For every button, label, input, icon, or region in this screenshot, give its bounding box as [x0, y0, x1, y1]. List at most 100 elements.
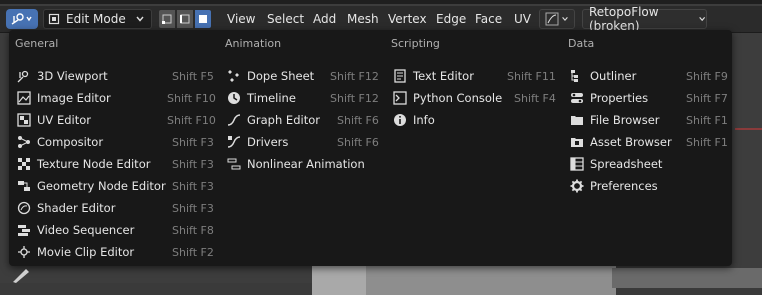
timeline-icon	[227, 91, 241, 105]
menu-item-asset-browser[interactable]: Asset Browser Shift F1	[570, 132, 732, 152]
menu-item-dope-sheet[interactable]: Dope Sheet Shift F12	[227, 66, 382, 86]
menu-item-python-console[interactable]: Python Console Shift F4	[393, 88, 558, 108]
menu-item-movie-clip-editor[interactable]: Movie Clip Editor Shift F2	[17, 242, 217, 262]
menu-item-3d-viewport[interactable]: 3D Viewport Shift F5	[17, 66, 217, 86]
viewport-icon	[11, 13, 32, 25]
menu-mesh[interactable]: Mesh	[347, 12, 379, 26]
menu-item-properties[interactable]: Properties Shift F7	[570, 88, 732, 108]
face-select-icon	[199, 15, 207, 23]
workspace-tab-strip	[0, 0, 762, 4]
info-icon	[393, 113, 407, 127]
menu-item-shortcut: Shift F7	[686, 91, 728, 105]
menu-item-shortcut: Shift F10	[167, 113, 216, 127]
menu-item-label: Drivers	[247, 135, 289, 149]
menu-item-label: Video Sequencer	[37, 223, 135, 237]
compositor-icon	[17, 135, 31, 149]
menu-item-label: Properties	[590, 91, 649, 105]
editor-type-menu: General 3D Viewport Shift F5 Image Edito…	[9, 30, 732, 266]
menu-item-info[interactable]: Info	[393, 110, 558, 130]
column-title: Data	[568, 37, 595, 50]
editor-type-button[interactable]	[6, 9, 38, 29]
menu-item-shader-editor[interactable]: Shader Editor Shift F3	[17, 198, 217, 218]
menu-add[interactable]: Add	[313, 12, 336, 26]
menu-item-uv-editor[interactable]: UV Editor Shift F10	[17, 110, 217, 130]
menu-item-drivers[interactable]: Drivers Shift F6	[227, 132, 382, 152]
spreadsheet-icon	[570, 157, 584, 171]
menu-item-shortcut: Shift F11	[507, 69, 556, 83]
face-select-button[interactable]	[194, 9, 212, 29]
menu-select[interactable]: Select	[267, 12, 304, 26]
menu-uv[interactable]: UV	[514, 12, 531, 26]
menu-vertex[interactable]: Vertex	[388, 12, 427, 26]
menu-item-label: Preferences	[590, 179, 658, 193]
chevron-down-icon	[136, 16, 144, 22]
pencil-icon	[13, 269, 29, 283]
menu-item-preferences[interactable]: Preferences	[570, 176, 732, 196]
menu-item-label: Image Editor	[37, 91, 111, 105]
menu-item-video-sequencer[interactable]: Video Sequencer Shift F8	[17, 220, 217, 240]
vertex-select-button[interactable]	[158, 9, 176, 29]
menu-item-shortcut: Shift F3	[172, 157, 214, 171]
menu-item-label: Nonlinear Animation	[247, 157, 365, 171]
viewport-axis-line	[735, 128, 762, 130]
column-title: Animation	[225, 37, 282, 50]
menu-item-shortcut: Shift F1	[686, 113, 728, 127]
menu-item-graph-editor[interactable]: Graph Editor Shift F6	[227, 110, 382, 130]
viewport-icon	[17, 69, 31, 83]
menu-item-label: Asset Browser	[590, 135, 672, 149]
nla-icon	[227, 157, 241, 171]
properties-icon	[570, 91, 584, 105]
edge-select-button[interactable]	[176, 9, 194, 29]
uv-sync-dropdown[interactable]	[539, 9, 575, 29]
graph-icon	[227, 113, 241, 127]
menu-item-label: File Browser	[590, 113, 660, 127]
menu-item-shortcut: Shift F3	[172, 135, 214, 149]
menu-item-file-browser[interactable]: File Browser Shift F1	[570, 110, 732, 130]
menu-item-spreadsheet[interactable]: Spreadsheet	[570, 154, 732, 174]
menu-item-shortcut: Shift F10	[167, 91, 216, 105]
menu-item-compositor[interactable]: Compositor Shift F3	[17, 132, 217, 152]
chevron-down-icon	[698, 16, 705, 22]
edge-select-icon	[180, 14, 190, 24]
menu-item-shortcut: Shift F6	[337, 113, 379, 127]
menu-edge[interactable]: Edge	[436, 12, 466, 26]
image-icon	[17, 91, 31, 105]
menu-item-label: UV Editor	[37, 113, 91, 127]
menu-item-nonlinear-animation[interactable]: Nonlinear Animation	[227, 154, 382, 174]
gear-icon	[570, 179, 584, 193]
clip-icon	[17, 245, 31, 259]
uv-icon	[17, 113, 31, 127]
menu-item-image-editor[interactable]: Image Editor Shift F10	[17, 88, 217, 108]
menu-item-timeline[interactable]: Timeline Shift F12	[227, 88, 382, 108]
menu-item-label: Geometry Node Editor	[37, 179, 166, 193]
text-icon	[393, 69, 407, 83]
menu-item-shortcut: Shift F3	[172, 179, 214, 193]
viewport-mesh-face	[366, 265, 616, 295]
menu-view[interactable]: View	[227, 12, 255, 26]
geometry-node-icon	[17, 179, 31, 193]
menu-item-geometry-node-editor[interactable]: Geometry Node Editor Shift F3	[17, 176, 217, 196]
menu-item-shortcut: Shift F12	[330, 91, 379, 105]
texture-node-icon	[17, 157, 31, 171]
menu-item-label: Shader Editor	[37, 201, 116, 215]
dopesheet-icon	[227, 69, 241, 83]
menu-face[interactable]: Face	[475, 12, 502, 26]
outliner-icon	[570, 69, 584, 83]
menu-item-shortcut: Shift F3	[172, 201, 214, 215]
menu-item-shortcut: Shift F4	[514, 91, 556, 105]
menu-item-texture-node-editor[interactable]: Texture Node Editor Shift F3	[17, 154, 217, 174]
menu-item-label: Compositor	[37, 135, 104, 149]
mode-select[interactable]: Edit Mode	[43, 9, 152, 29]
menu-item-label: Text Editor	[413, 69, 474, 83]
menu-item-shortcut: Shift F8	[172, 223, 214, 237]
menu-item-label: Info	[413, 113, 435, 127]
edit-mode-icon	[48, 13, 60, 25]
editor-header: Edit Mode View Select Add Mesh Vertex Ed…	[0, 5, 762, 33]
retopoflow-dropdown[interactable]: RetopoFlow (broken)	[582, 5, 707, 33]
column-title: Scripting	[391, 37, 440, 50]
menu-item-text-editor[interactable]: Text Editor Shift F11	[393, 66, 558, 86]
sequencer-icon	[17, 223, 31, 237]
menu-item-outliner[interactable]: Outliner Shift F9	[570, 66, 732, 86]
menu-item-shortcut: Shift F1	[686, 135, 728, 149]
annotate-tool-button[interactable]	[10, 267, 32, 283]
